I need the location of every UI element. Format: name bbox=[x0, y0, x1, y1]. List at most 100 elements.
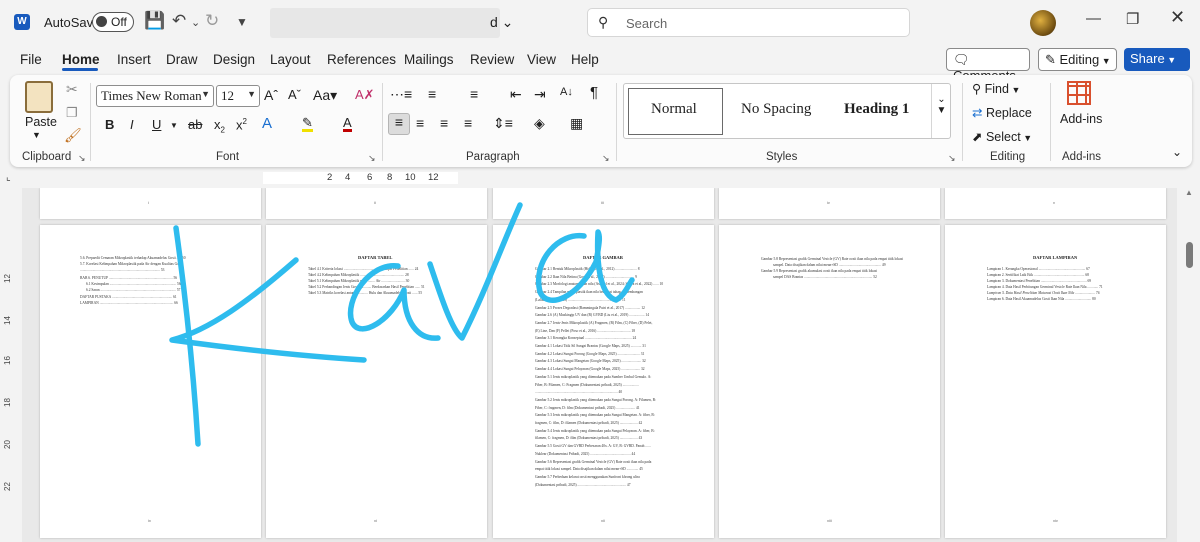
font-family-select[interactable]: Times New Roman ▼ bbox=[96, 85, 214, 107]
horizontal-ruler[interactable]: 2 4 6 8 10 12 bbox=[263, 172, 458, 184]
close-icon[interactable]: ✕ bbox=[1170, 7, 1185, 28]
align-right-button[interactable]: ≡ bbox=[440, 115, 448, 131]
shading-icon[interactable]: ◈ bbox=[534, 115, 545, 132]
document-title[interactable]: d ⌄ bbox=[490, 14, 513, 31]
tab-insert[interactable]: Insert bbox=[117, 52, 151, 67]
share-button[interactable]: Share ▼ bbox=[1124, 48, 1190, 71]
font-launcher-icon[interactable]: ↘ bbox=[368, 153, 376, 164]
vruler-tick: 16 bbox=[2, 356, 12, 365]
scroll-thumb[interactable] bbox=[1186, 242, 1193, 268]
tab-draw[interactable]: Draw bbox=[166, 52, 198, 67]
divider bbox=[382, 83, 383, 161]
highlight-icon[interactable]: ✎ bbox=[302, 116, 313, 132]
tab-design[interactable]: Design bbox=[213, 52, 255, 67]
styles-more-button[interactable]: ⌄ ▼ bbox=[931, 84, 951, 138]
tab-file[interactable]: File bbox=[20, 52, 42, 67]
format-painter-icon[interactable]: 🖌 bbox=[64, 127, 82, 144]
numbering-icon[interactable]: ≡ bbox=[428, 86, 436, 102]
search-icon: ⚲ bbox=[598, 14, 609, 30]
multilevel-list-icon[interactable]: ≡ bbox=[470, 86, 478, 102]
paste-button[interactable]: Paste bbox=[25, 115, 57, 129]
line-spacing-icon[interactable]: ⇕≡ bbox=[493, 115, 513, 132]
collapse-ribbon-icon[interactable]: ⌄ bbox=[1172, 145, 1182, 159]
show-formatting-icon[interactable]: ¶ bbox=[590, 84, 598, 101]
select-button[interactable]: ⬈ Select ▼ bbox=[972, 129, 1032, 144]
page-number: v bbox=[1053, 200, 1055, 205]
page[interactable]: iv bbox=[719, 188, 940, 219]
scroll-up-icon[interactable]: ▲ bbox=[1185, 188, 1193, 197]
tab-home[interactable]: Home bbox=[62, 52, 100, 67]
tab-layout[interactable]: Layout bbox=[270, 52, 311, 67]
page[interactable]: ii bbox=[266, 188, 487, 219]
add-ins-button[interactable]: Add-ins bbox=[1060, 112, 1102, 126]
paste-icon[interactable] bbox=[25, 81, 53, 113]
appendix-list-line: Lampiran 4. Data Hasil Perhitungan Germi… bbox=[987, 285, 1103, 289]
styles-launcher-icon[interactable]: ↘ bbox=[948, 153, 956, 164]
style-heading-1[interactable]: Heading 1 bbox=[844, 101, 909, 118]
page[interactable]: DAFTAR GAMBAR Gambar 2.1 Bentuk Mikropla… bbox=[493, 225, 714, 538]
page[interactable]: iii bbox=[493, 188, 714, 219]
bullets-icon[interactable]: ⋯≡ bbox=[390, 86, 412, 103]
change-case-icon[interactable]: Aa▾ bbox=[313, 87, 337, 104]
style-no-spacing[interactable]: No Spacing bbox=[741, 101, 811, 118]
increase-indent-icon[interactable]: ⇥ bbox=[534, 86, 546, 103]
replace-button[interactable]: ⇄ Replace bbox=[972, 105, 1032, 120]
borders-icon[interactable]: ▦ bbox=[570, 115, 583, 132]
search-input[interactable]: ⚲ Search bbox=[587, 8, 910, 37]
page[interactable]: v bbox=[945, 188, 1166, 219]
comments-button[interactable]: 🗨 Comments bbox=[946, 48, 1030, 83]
strikethrough-button[interactable]: ab bbox=[188, 117, 202, 132]
paste-dropdown-icon[interactable]: ▼ bbox=[32, 130, 41, 140]
clipboard-launcher-icon[interactable]: ↘ bbox=[78, 153, 86, 164]
chevron-down-icon[interactable]: ▼ bbox=[170, 121, 178, 130]
underline-button[interactable]: U bbox=[152, 117, 161, 132]
italic-button[interactable]: I bbox=[130, 117, 134, 132]
subscript-button[interactable]: x2 bbox=[214, 117, 225, 135]
grow-font-icon[interactable]: Aˆ bbox=[264, 87, 278, 103]
page[interactable]: 5.6. Prepaedit Cemaran Mikroplastik terh… bbox=[40, 225, 261, 538]
superscript-button[interactable]: x2 bbox=[236, 117, 247, 132]
undo-dropdown-icon[interactable]: ⌄ bbox=[191, 16, 200, 29]
tab-review[interactable]: Review bbox=[470, 52, 514, 67]
text-effects-icon[interactable]: A bbox=[262, 115, 272, 132]
copy-icon[interactable]: ❐ bbox=[66, 105, 78, 121]
page[interactable]: Gambar 5.8 Representasi grafik Germinal … bbox=[719, 225, 940, 538]
appendix-list-line: Lampiran 6. Data Hasil Akuamadelus Gosti… bbox=[987, 297, 1096, 301]
page[interactable]: DAFTAR LAMPIRAN Lampiran 1. Kerangka Ope… bbox=[945, 225, 1166, 538]
undo-icon[interactable]: ↶ bbox=[172, 11, 186, 31]
document-canvas[interactable]: i ii iii iv v 5.6. Prepaedit Cemaran Mik… bbox=[22, 188, 1177, 542]
sort-icon[interactable]: A↓ bbox=[560, 86, 573, 98]
shrink-font-icon[interactable]: Aˇ bbox=[288, 87, 301, 102]
minimize-icon[interactable]: — bbox=[1086, 10, 1101, 27]
restore-icon[interactable]: ❐ bbox=[1126, 10, 1139, 28]
tab-references[interactable]: References bbox=[327, 52, 396, 67]
customize-toolbar-icon[interactable]: ▼ bbox=[236, 15, 248, 29]
cut-icon[interactable]: ✂ bbox=[66, 81, 78, 98]
redo-icon[interactable]: ↻ bbox=[205, 11, 219, 31]
align-center-button[interactable]: ≡ bbox=[416, 115, 424, 131]
tab-view[interactable]: View bbox=[527, 52, 556, 67]
font-size-select[interactable]: 12 ▼ bbox=[216, 85, 260, 107]
vertical-scrollbar[interactable]: ▲ bbox=[1180, 188, 1200, 542]
toc-line: DAFTAR PUSTAKA .........................… bbox=[80, 295, 177, 299]
page[interactable]: i bbox=[40, 188, 261, 219]
align-left-button[interactable]: ≡ bbox=[388, 113, 410, 135]
justify-button[interactable]: ≡ bbox=[464, 115, 472, 131]
tab-selector-icon[interactable]: ⌞ bbox=[6, 172, 11, 183]
bold-button[interactable]: B bbox=[105, 117, 114, 132]
autosave-toggle[interactable]: Off bbox=[92, 12, 134, 32]
page[interactable]: DAFTAR TABEL Tabel 4.1 Kriteria lokasi .… bbox=[266, 225, 487, 538]
tab-mailings[interactable]: Mailings bbox=[404, 52, 454, 67]
save-icon[interactable]: 💾 bbox=[144, 11, 165, 31]
figure-list-line: (Dokumentasi pribadi, 2025) ............… bbox=[535, 482, 631, 487]
style-normal[interactable]: Normal bbox=[651, 101, 697, 118]
avatar[interactable] bbox=[1030, 10, 1056, 36]
editing-mode-button[interactable]: ✎ Editing ▼ bbox=[1038, 48, 1117, 71]
decrease-indent-icon[interactable]: ⇤ bbox=[510, 86, 522, 103]
font-color-icon[interactable]: A bbox=[343, 116, 352, 132]
find-button[interactable]: ⚲ Find ▼ bbox=[972, 81, 1020, 96]
paragraph-launcher-icon[interactable]: ↘ bbox=[602, 153, 610, 164]
clear-formatting-icon[interactable]: A✗ bbox=[355, 87, 375, 103]
tab-help[interactable]: Help bbox=[571, 52, 599, 67]
add-ins-icon[interactable] bbox=[1067, 81, 1091, 105]
